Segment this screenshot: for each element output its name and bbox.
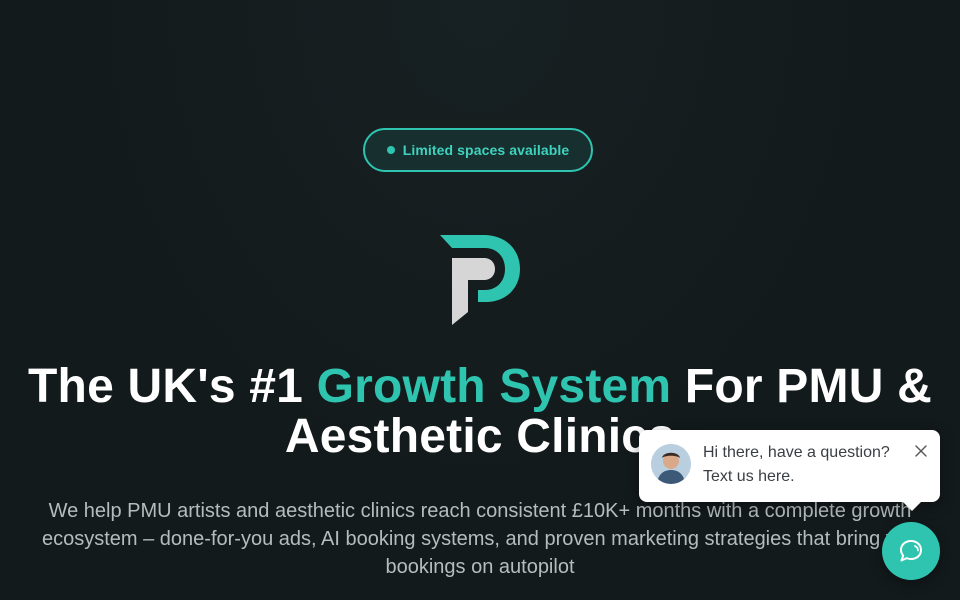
close-icon[interactable] [914,444,928,458]
chat-line-1: Hi there, have a question? [703,444,890,461]
chat-message: Hi there, have a question? Text us here. [703,441,903,489]
pmu-p-logo-icon [440,235,520,325]
chat-popup[interactable]: Hi there, have a question? Text us here. [639,430,940,511]
headline-accent: Growth System [316,360,672,413]
badge-label: Limited spaces available [402,142,570,158]
hero-subtext: We help PMU artists and aesthetic clinic… [41,500,918,578]
chat-launcher-button[interactable] [882,522,940,580]
limited-spaces-badge: Limited spaces available [363,128,593,172]
chat-bubble-icon [900,540,922,562]
brand-logo [438,232,524,328]
agent-avatar [651,444,691,484]
headline-pre: The UK's #1 [28,360,317,413]
status-dot-icon [386,146,395,154]
chat-line-2: Text us here. [703,468,795,485]
page: Limited spaces available The UK's #1 Gro… [0,0,960,600]
